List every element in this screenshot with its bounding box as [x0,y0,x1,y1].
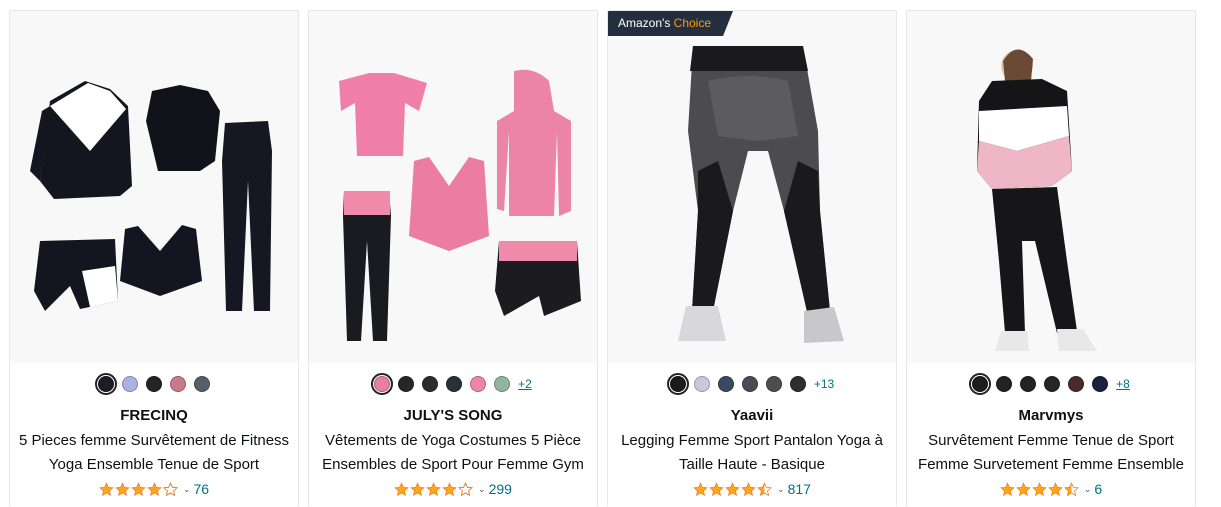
color-swatch[interactable] [717,376,734,392]
color-swatch[interactable] [194,376,210,392]
star-half-icon [1063,481,1079,496]
star-full-icon [131,481,146,496]
color-swatch[interactable] [1092,376,1109,392]
chevron-down-icon[interactable]: ⌄ [183,484,191,495]
color-swatch[interactable] [969,373,992,395]
color-swatches: +8 [907,373,1195,395]
color-swatch[interactable] [741,376,758,392]
star-full-icon [99,481,114,496]
color-swatch[interactable] [446,376,463,392]
color-swatch[interactable] [371,373,394,395]
product-image[interactable] [608,11,896,363]
star-full-icon [1000,481,1015,496]
more-colors-link[interactable]: +13 [814,377,834,391]
star-full-icon [709,481,724,496]
color-swatch[interactable] [170,376,186,392]
chevron-down-icon[interactable]: ⌄ [478,484,486,495]
star-rating[interactable] [693,481,772,497]
product-card[interactable]: FRECINQ 5 Pieces femme Survêtement de Fi… [9,10,299,507]
product-brand: JULY'S SONG [403,407,503,424]
star-full-icon [1032,481,1047,496]
color-swatch[interactable] [1044,376,1061,392]
color-swatch[interactable] [693,376,710,392]
product-title[interactable]: 5 Pieces femme Survêtement de Fitness Yo… [14,429,294,477]
star-full-icon [1048,481,1063,496]
more-colors-link[interactable]: +2 [518,377,532,391]
chevron-down-icon[interactable]: ⌄ [777,484,785,495]
star-rating[interactable] [99,481,178,497]
color-swatch[interactable] [470,376,487,392]
star-full-icon [442,481,457,496]
star-full-icon [410,481,425,496]
star-full-icon [115,481,130,496]
rating-row[interactable]: ⌄ 6 [907,481,1195,497]
color-swatch[interactable] [1020,376,1037,392]
product-grid: FRECINQ 5 Pieces femme Survêtement de Fi… [0,0,1221,507]
color-swatch[interactable] [666,373,689,395]
color-swatch[interactable] [996,376,1013,392]
review-count[interactable]: 817 [788,481,811,497]
product-brand: Yaavii [730,407,774,424]
product-title[interactable]: Legging Femme Sport Pantalon Yoga à Tail… [612,429,892,477]
amazons-choice-badge: Amazon's Choice [608,11,733,36]
product-image[interactable] [907,11,1195,363]
star-full-icon [1016,481,1031,496]
star-full-icon [426,481,441,496]
color-swatch[interactable] [122,376,138,392]
star-full-icon [725,481,740,496]
product-card[interactable]: +8 Marvmys Survêtement Femme Tenue de Sp… [906,10,1196,507]
product-brand: FRECINQ [120,407,188,424]
rating-row[interactable]: ⌄ 299 [309,481,597,497]
star-rating[interactable] [394,481,474,497]
badge-accent: Choice [673,16,712,30]
star-full-icon [693,481,708,496]
star-full-icon [741,481,756,496]
star-full-icon [147,481,162,496]
color-swatch[interactable] [765,376,782,392]
review-count[interactable]: 299 [489,481,512,497]
color-swatches [10,373,298,395]
product-brand: Marvmys [1018,407,1084,424]
color-swatch[interactable] [494,376,511,392]
product-title[interactable]: Survêtement Femme Tenue de Sport Femme S… [911,429,1191,477]
star-rating[interactable] [1000,481,1079,497]
product-image[interactable] [309,11,597,363]
product-card[interactable]: +2 JULY'S SONG Vêtements de Yoga Costume… [308,10,598,507]
product-image[interactable] [10,11,298,363]
color-swatch[interactable] [422,376,439,392]
star-empty-icon [458,481,474,496]
star-full-icon [394,481,409,496]
rating-row[interactable]: ⌄ 76 [10,481,298,497]
color-swatch[interactable] [398,376,415,392]
star-empty-icon [162,481,178,496]
star-half-icon [757,481,772,496]
product-card[interactable]: Amazon's Choice +13 Yaavii Legging Femme… [607,10,897,507]
review-count[interactable]: 76 [193,481,209,497]
chevron-down-icon[interactable]: ⌄ [1084,484,1092,495]
badge-prefix: Amazon's [618,16,671,30]
color-swatch[interactable] [95,373,117,395]
color-swatch[interactable] [146,376,162,392]
color-swatches: +13 [608,373,896,395]
color-swatches: +2 [309,373,597,395]
rating-row[interactable]: ⌄ 817 [608,481,896,497]
color-swatch[interactable] [789,376,806,392]
more-colors-link[interactable]: +8 [1116,377,1130,391]
color-swatch[interactable] [1068,376,1085,392]
review-count[interactable]: 6 [1094,481,1102,497]
product-title[interactable]: Vêtements de Yoga Costumes 5 Pièce Ensem… [313,429,593,477]
